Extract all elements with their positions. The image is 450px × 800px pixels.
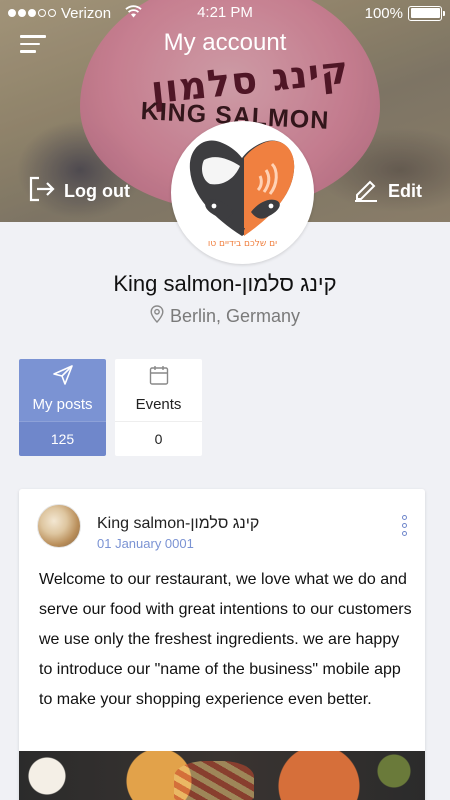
post-date: 01 January 0001 xyxy=(97,536,194,551)
tab-my-posts[interactable]: My posts 125 xyxy=(19,359,106,456)
events-count: 0 xyxy=(115,421,202,456)
status-bar: Verizon 4:21 PM 100% xyxy=(0,0,450,26)
wifi-icon xyxy=(125,5,142,21)
battery-icon xyxy=(408,5,445,21)
logo-tagline: ים שלכם בידיים טו xyxy=(208,239,277,249)
edit-button[interactable]: Edit xyxy=(352,176,422,207)
location-pin-icon xyxy=(150,305,164,328)
edit-label: Edit xyxy=(388,181,422,201)
tab-my-posts-label: My posts xyxy=(32,396,93,413)
signal-strength-icon xyxy=(8,9,56,17)
post-image[interactable] xyxy=(19,751,425,800)
post-card: King salmon-קינג סלמון 01 January 0001 W… xyxy=(19,489,425,800)
post-author-avatar[interactable] xyxy=(37,504,81,548)
post-author-name[interactable]: King salmon-קינג סלמון xyxy=(97,515,259,533)
calendar-icon xyxy=(149,364,169,390)
profile-name: King salmon-קינג סלמון xyxy=(113,271,337,296)
post-body-text: Welcome to our restaurant, we love what … xyxy=(39,571,412,708)
profile-location: Berlin, Germany xyxy=(0,305,450,328)
posts-count: 125 xyxy=(19,421,106,456)
tab-events-label: Events xyxy=(135,396,182,413)
location-text: Berlin, Germany xyxy=(169,306,301,326)
more-options-icon[interactable] xyxy=(399,515,409,536)
send-icon xyxy=(52,364,74,390)
profile-avatar[interactable]: ים שלכם בידיים טו xyxy=(171,121,314,264)
battery-percent: 100% xyxy=(364,4,403,22)
logout-button[interactable]: Log out xyxy=(28,176,130,207)
page-title: My account xyxy=(163,29,287,56)
tab-events[interactable]: Events 0 xyxy=(115,359,202,456)
top-bar: My account xyxy=(0,26,450,64)
edit-pencil-icon xyxy=(352,176,380,207)
king-salmon-logo: ים שלכם בידיים טו xyxy=(174,124,311,261)
logout-label: Log out xyxy=(64,181,130,201)
logout-icon xyxy=(28,176,56,207)
carrier-name: Verizon xyxy=(61,4,112,22)
